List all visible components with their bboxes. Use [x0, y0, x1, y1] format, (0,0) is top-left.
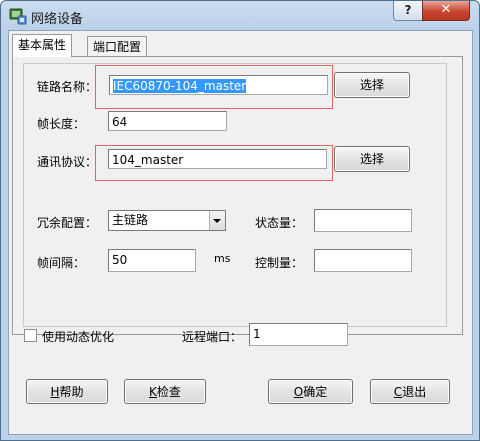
frame-interval-label: 帧间隔：	[37, 256, 86, 270]
dialog-client: 基本属性 端口配置 链路名称： IEC60870-104_master 选择 帧…	[8, 30, 473, 435]
help-button-key: H	[50, 385, 60, 399]
dynamic-opt-checkbox[interactable]	[24, 329, 37, 342]
status-input[interactable]	[314, 209, 412, 232]
tab-basic-properties[interactable]: 基本属性	[12, 34, 73, 57]
tab-panel-basic: 链路名称： IEC60870-104_master 选择 帧长度： 64 通讯协…	[12, 56, 463, 335]
select-link-button[interactable]: 选择	[334, 72, 410, 98]
title-bar[interactable]: 网络设备 ? ✕	[1, 1, 479, 31]
help-title-button[interactable]: ?	[393, 1, 423, 21]
ok-button-text: 确定	[303, 385, 328, 399]
link-name-label: 链路名称：	[37, 80, 98, 94]
ok-button[interactable]: O确定	[268, 379, 353, 404]
link-name-value: IEC60870-104_master	[113, 79, 247, 93]
dynamic-opt-label: 使用动态优化	[42, 330, 115, 344]
frame-length-label: 帧长度：	[37, 117, 86, 131]
status-label: 状态量：	[255, 216, 304, 230]
remote-port-input[interactable]: 1	[249, 323, 348, 346]
network-device-icon	[9, 8, 27, 25]
select-protocol-button[interactable]: 选择	[334, 146, 410, 172]
settings-group: 链路名称： IEC60870-104_master 选择 帧长度： 64 通讯协…	[23, 63, 447, 327]
frame-length-input[interactable]: 64	[108, 111, 227, 131]
redundancy-select[interactable]: 主链路	[108, 210, 226, 231]
control-label: 控制量：	[255, 256, 304, 270]
cancel-button-key: C	[393, 385, 403, 399]
window-title: 网络设备	[31, 12, 84, 27]
check-button-key: K	[149, 385, 157, 399]
redundancy-value: 主链路	[112, 213, 149, 227]
check-button-text: 检查	[156, 385, 181, 399]
ok-button-key: O	[293, 385, 304, 399]
cancel-button-text: 退出	[402, 385, 427, 399]
cancel-button[interactable]: C退出	[370, 379, 450, 404]
help-button-text: 帮助	[59, 385, 84, 399]
chevron-down-icon[interactable]	[209, 211, 225, 230]
link-name-input[interactable]: IEC60870-104_master	[109, 75, 328, 95]
frame-interval-unit: ms	[214, 252, 231, 265]
protocol-input[interactable]: 104_master	[108, 149, 327, 169]
control-input[interactable]	[314, 249, 412, 272]
frame-interval-input[interactable]: 50	[108, 249, 196, 272]
help-button[interactable]: H帮助	[26, 379, 108, 404]
close-button[interactable]: ✕	[422, 1, 470, 21]
dialog-window: 网络设备 ? ✕ 基本属性 端口配置 链路名称： IEC60870-104_ma…	[0, 0, 480, 441]
check-button[interactable]: K检查	[124, 379, 206, 404]
redundancy-label: 冗余配置：	[37, 216, 98, 230]
remote-port-label: 远程端口：	[182, 330, 243, 344]
tab-port-config[interactable]: 端口配置	[87, 36, 148, 57]
protocol-label: 通讯协议：	[37, 155, 98, 169]
